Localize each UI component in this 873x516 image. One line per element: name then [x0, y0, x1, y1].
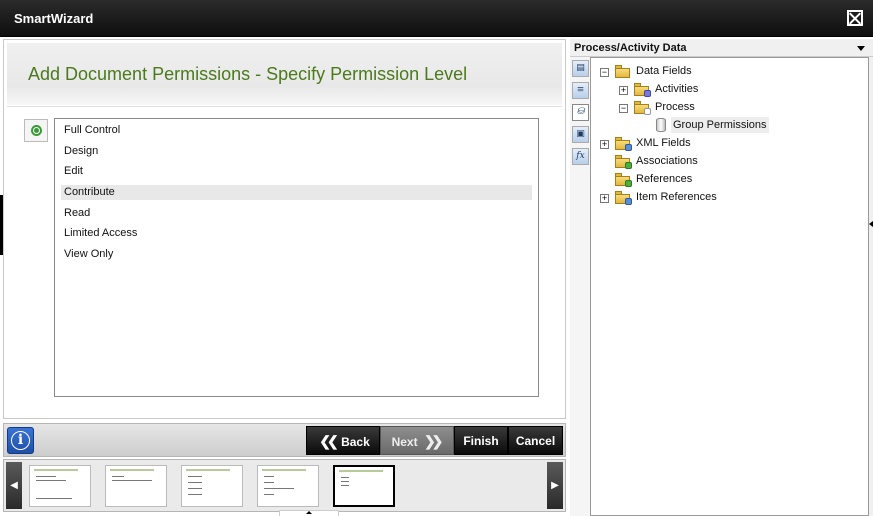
page-thumbnail[interactable] — [181, 465, 243, 507]
thumbnail-strip-toggle[interactable] — [279, 510, 339, 516]
page-thumbnail-current[interactable] — [333, 465, 395, 507]
scroll-left-arrow-icon[interactable]: ◀ — [6, 462, 22, 509]
page-title: Add Document Permissions - Specify Permi… — [28, 64, 468, 84]
panel-header[interactable]: Process/Activity Data — [570, 39, 873, 57]
double-chevron-left-icon: ❮❮ — [319, 433, 339, 449]
panel-tab-strip: ▤ ≡ ⛁ ▣ fx — [570, 57, 590, 516]
page-thumbnail[interactable] — [105, 465, 167, 507]
back-button[interactable]: ❮❮ Back — [306, 426, 380, 455]
cancel-button[interactable]: Cancel — [508, 426, 563, 455]
scroll-right-arrow-icon[interactable]: ▶ — [547, 462, 563, 509]
window-title: SmartWizard — [14, 11, 94, 26]
wizard-page: Add Document Permissions - Specify Permi… — [3, 39, 566, 419]
permission-level-icon — [24, 119, 48, 142]
function-icon[interactable]: fx — [572, 148, 589, 165]
process-data-icon[interactable]: ▤ — [572, 60, 589, 77]
context-tree: − Data Fields + Activities − Process Gro… — [590, 57, 869, 516]
title-bar: SmartWizard — [0, 0, 873, 37]
list-item[interactable]: View Only — [61, 247, 532, 262]
page-thumbnail-strip: ◀ ▶ — [3, 459, 566, 512]
collapse-icon[interactable]: − — [600, 68, 609, 77]
references-folder-icon — [615, 173, 632, 187]
action-bar: i ❮❮ Back Next ❯❯ Finish Cancel — [3, 423, 566, 457]
page-thumbnail[interactable] — [257, 465, 319, 507]
info-icon: i — [11, 431, 30, 450]
collapse-arrow-icon — [869, 221, 873, 227]
header-divider — [7, 106, 562, 107]
context-browser-icon[interactable]: ⛁ — [572, 104, 589, 121]
folder-icon — [615, 65, 630, 78]
list-item[interactable]: Design — [61, 144, 532, 159]
permission-level-list[interactable]: Full Control Design Edit Contribute Read… — [54, 118, 539, 397]
expand-icon[interactable]: + — [619, 86, 628, 95]
list-item[interactable]: Edit — [61, 164, 532, 179]
process-folder-icon — [634, 101, 651, 115]
close-icon[interactable] — [847, 10, 863, 26]
finish-button[interactable]: Finish — [454, 426, 508, 455]
double-chevron-right-icon: ❯❯ — [423, 433, 444, 449]
list-item-selected[interactable]: Contribute — [61, 185, 532, 200]
list-item[interactable]: Full Control — [61, 123, 532, 138]
item-references-folder-icon — [615, 191, 632, 205]
activities-folder-icon — [634, 83, 651, 97]
dropdown-arrow-icon[interactable] — [857, 46, 865, 51]
expand-icon[interactable]: + — [600, 194, 609, 203]
next-button[interactable]: Next ❯❯ — [380, 426, 454, 455]
notes-icon[interactable]: ≡ — [572, 82, 589, 99]
collapse-icon[interactable]: − — [619, 104, 628, 113]
page-thumbnail[interactable] — [29, 465, 91, 507]
xml-folder-icon — [615, 137, 632, 151]
list-item[interactable]: Limited Access — [61, 226, 532, 241]
right-edge-collapse[interactable] — [869, 57, 873, 516]
associations-folder-icon — [615, 155, 632, 169]
panel-title: Process/Activity Data — [574, 42, 687, 54]
info-button[interactable]: i — [7, 427, 34, 454]
expand-icon[interactable]: + — [600, 140, 609, 149]
database-icon — [656, 118, 666, 132]
form-icon[interactable]: ▣ — [572, 126, 589, 143]
list-item[interactable]: Read — [61, 206, 532, 221]
